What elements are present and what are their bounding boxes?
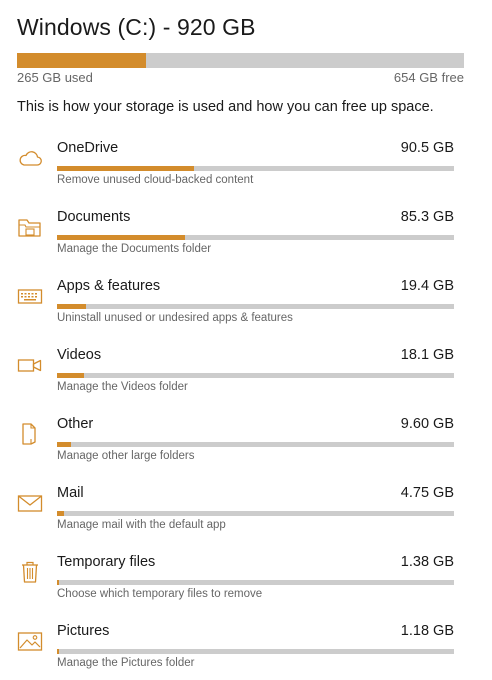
category-videos[interactable]: Videos 18.1 GB Manage the Videos folder — [0, 343, 492, 412]
category-temporary-files[interactable]: Temporary files 1.38 GB Choose which tem… — [0, 550, 492, 619]
category-name: Temporary files — [57, 554, 156, 570]
category-documents[interactable]: Documents 85.3 GB Manage the Documents f… — [0, 205, 492, 274]
category-pictures[interactable]: Pictures 1.18 GB Manage the Pictures fol… — [0, 619, 492, 680]
category-usage-bar — [57, 304, 454, 309]
category-usage-fill — [57, 304, 86, 309]
category-usage-bar — [57, 442, 454, 447]
category-size: 4.75 GB — [400, 485, 454, 501]
category-subtitle: Manage the Videos folder — [57, 381, 188, 393]
category-usage-fill — [57, 649, 59, 654]
category-usage-bar — [57, 373, 454, 378]
category-subtitle: Manage the Pictures folder — [57, 657, 195, 669]
category-usage-bar — [57, 580, 454, 585]
category-usage-fill — [57, 580, 59, 585]
keyboard-icon — [17, 284, 43, 308]
category-subtitle: Uninstall unused or undesired apps & fea… — [57, 312, 293, 324]
document-icon — [17, 422, 43, 446]
category-onedrive[interactable]: OneDrive 90.5 GB Remove unused cloud-bac… — [0, 136, 492, 205]
category-usage-fill — [57, 442, 72, 447]
category-size: 85.3 GB — [400, 209, 454, 225]
video-camera-icon — [17, 353, 43, 377]
category-size: 19.4 GB — [400, 278, 454, 294]
trash-icon — [17, 560, 43, 584]
category-usage-bar — [57, 166, 454, 171]
category-name: Other — [57, 416, 94, 432]
category-subtitle: Manage mail with the default app — [57, 519, 226, 531]
category-name: Pictures — [57, 623, 110, 639]
category-usage-fill — [57, 373, 84, 378]
storage-category-list: OneDrive 90.5 GB Remove unused cloud-bac… — [0, 136, 492, 680]
category-name: Apps & features — [57, 278, 161, 294]
category-other[interactable]: Other 9.60 GB Manage other large folders — [0, 412, 492, 481]
category-name: Documents — [57, 209, 131, 225]
category-usage-fill — [57, 166, 194, 171]
drive-title: Windows (C:) - 920 GB — [17, 14, 256, 40]
category-subtitle: Choose which temporary files to remove — [57, 588, 263, 600]
drive-usage-fill — [17, 53, 146, 68]
category-name: Videos — [57, 347, 102, 363]
category-usage-fill — [57, 235, 185, 240]
category-size: 9.60 GB — [400, 416, 454, 432]
category-usage-bar — [57, 235, 454, 240]
mail-icon — [17, 491, 43, 515]
used-space-label: 265 GB used — [17, 70, 93, 85]
category-name: Mail — [57, 485, 84, 501]
category-usage-fill — [57, 511, 65, 516]
category-size: 1.38 GB — [400, 554, 454, 570]
folder-icon — [17, 215, 43, 239]
storage-description: This is how your storage is used and how… — [17, 99, 434, 115]
picture-icon — [17, 629, 43, 653]
category-subtitle: Manage the Documents folder — [57, 243, 212, 255]
category-name: OneDrive — [57, 140, 119, 156]
category-usage-bar — [57, 649, 454, 654]
category-usage-bar — [57, 511, 454, 516]
drive-usage-bar — [17, 53, 464, 68]
category-size: 18.1 GB — [400, 347, 454, 363]
free-space-label: 654 GB free — [393, 70, 464, 85]
category-apps-features[interactable]: Apps & features 19.4 GB Uninstall unused… — [0, 274, 492, 343]
category-subtitle: Remove unused cloud-backed content — [57, 174, 254, 186]
category-subtitle: Manage other large folders — [57, 450, 195, 462]
category-size: 1.18 GB — [400, 623, 454, 639]
cloud-icon — [17, 146, 43, 170]
category-size: 90.5 GB — [400, 140, 454, 156]
category-mail[interactable]: Mail 4.75 GB Manage mail with the defaul… — [0, 481, 492, 550]
